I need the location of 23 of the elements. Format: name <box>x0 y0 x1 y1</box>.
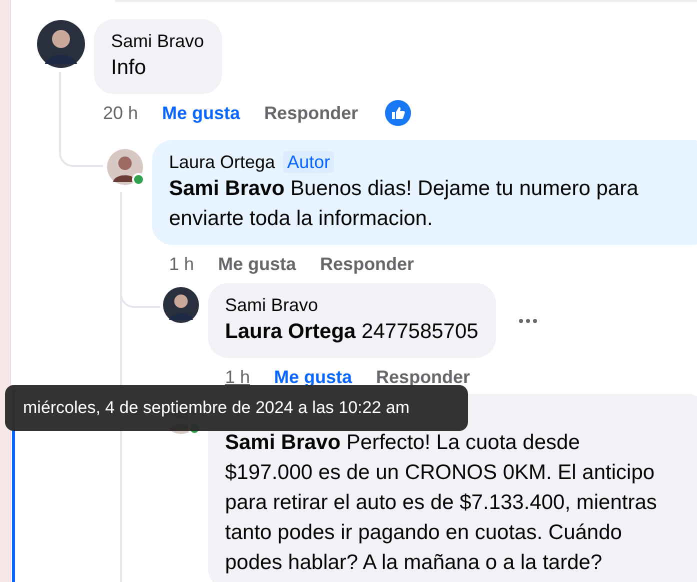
comment-text: Laura Ortega 2477585705 <box>225 319 478 345</box>
comment-text: Sami Bravo Perfecto! La cuota desde $197.000 es de un CRONOS 0KM. El anticipo para retirar el auto es de $7.133.400, mientras tanto podes ir pagando en cuotas. Cuándo podes hablar? A la mañana o a la tarde? <box>225 430 658 576</box>
avatar[interactable] <box>107 149 143 185</box>
like-link[interactable]: Me gusta <box>162 102 240 124</box>
timestamp[interactable]: 1 h <box>225 366 250 388</box>
author-badge: Autor <box>283 151 334 173</box>
comment-text: Info <box>111 55 148 81</box>
reply-link[interactable]: Responder <box>264 102 358 124</box>
timestamp[interactable]: 20 h <box>103 102 138 124</box>
date-tooltip: miércoles, 4 de septiembre de 2024 a las 10:22 am <box>5 385 468 431</box>
author-name[interactable]: Laura Ortega <box>169 150 276 174</box>
like-link[interactable]: Me gusta <box>274 366 352 388</box>
author-name[interactable]: Sami Bravo <box>111 29 204 53</box>
like-link[interactable]: Me gusta <box>218 254 296 274</box>
reply-link[interactable]: Responder <box>320 254 414 274</box>
comment-text: Sami Bravo Buenos dias! Dejame tu numero para enviarte toda la informacion. <box>169 176 640 232</box>
reply-link[interactable]: Responder <box>376 366 470 388</box>
more-icon[interactable] <box>518 318 538 324</box>
avatar[interactable] <box>163 287 199 323</box>
avatar[interactable] <box>37 20 85 68</box>
author-name[interactable]: Sami Bravo <box>225 293 318 317</box>
timestamp[interactable]: 1 h <box>169 254 194 274</box>
like-reaction-icon[interactable] <box>385 100 412 126</box>
